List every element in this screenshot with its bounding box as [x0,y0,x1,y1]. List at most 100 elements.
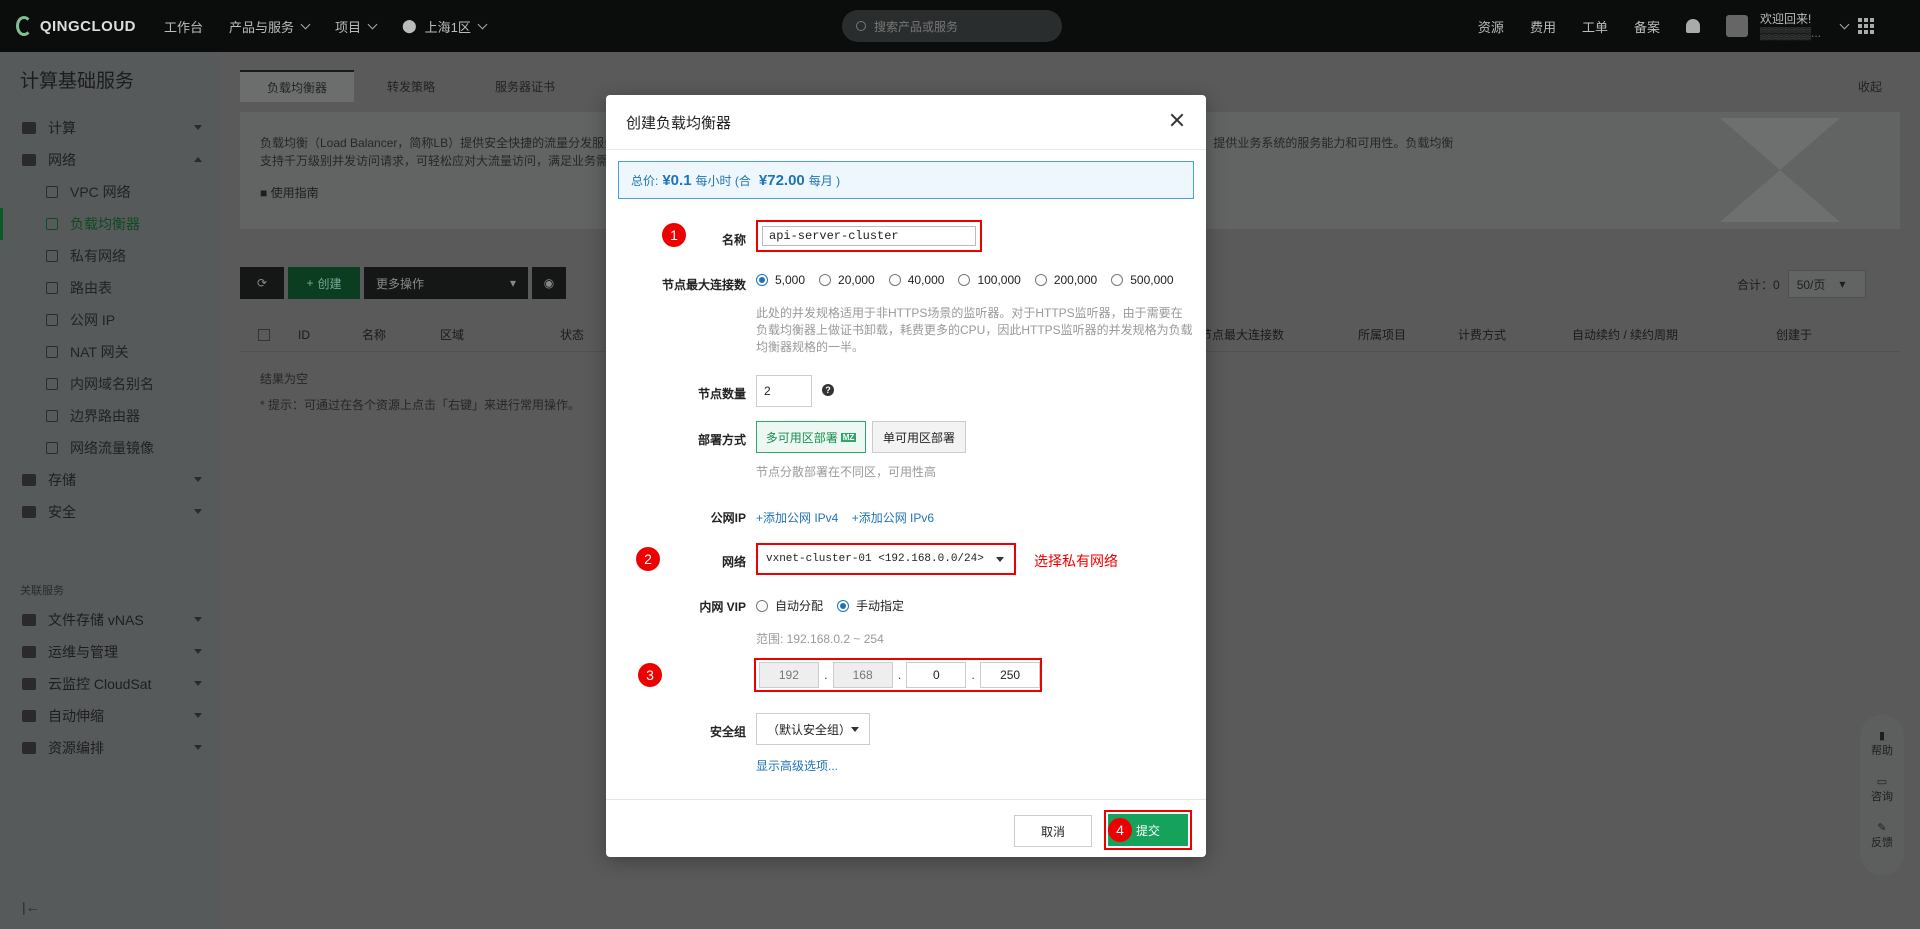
column-region[interactable]: 区域 [440,326,464,343]
deploy-multi-zone-button[interactable]: 多可用区部署 MZ [756,421,866,453]
select-all-checkbox[interactable] [258,328,270,341]
nav-region[interactable]: ⬤ 上海1区 [402,17,488,36]
sidebar-item-storage[interactable]: 存储 [0,464,220,496]
sidebar-item-vpc[interactable]: VPC 网络 [0,176,220,208]
vip-octet-1: 192 [759,662,819,688]
conn-option-500000[interactable]: 500,000 [1111,273,1174,287]
node-count-input[interactable]: 2 [756,375,812,407]
vip-auto-option[interactable]: 自动分配 [756,597,823,614]
tab-server-cert[interactable]: 服务器证书 [468,70,582,102]
tab-forwarding-policy[interactable]: 转发策略 [354,70,468,102]
nav-products[interactable]: 产品与服务 [229,17,311,36]
sidebar-item-nat[interactable]: NAT 网关 [0,336,220,368]
radio-selected[interactable] [756,274,768,286]
collapse-sidebar-icon[interactable]: |← [22,899,40,915]
sidebar-item-security[interactable]: 安全 [0,496,220,528]
advanced-options-link[interactable]: 显示高级选项... [756,757,838,774]
chevron-down-icon[interactable] [1839,19,1850,29]
vip-octet-3[interactable]: 0 [906,662,967,688]
compute-icon [22,122,36,134]
radio[interactable] [1034,274,1047,286]
link-icp[interactable]: 备案 [1634,17,1660,36]
vip-octet-4[interactable]: 250 [980,662,1040,688]
collapse-link[interactable]: 收起 [1840,70,1900,102]
caret-down-icon [194,477,202,482]
link-tickets[interactable]: 工单 [1582,17,1608,36]
conn-option-100000[interactable]: 100,000 [958,273,1021,287]
eye-icon: ◉ [543,276,555,290]
radio[interactable] [756,599,768,612]
column-billing[interactable]: 计费方式 [1458,326,1506,343]
sidebar-item-network[interactable]: 网络 [0,144,220,176]
column-name[interactable]: 名称 [362,326,386,343]
link-billing[interactable]: 费用 [1530,17,1556,36]
sidebar-item-cloudsat[interactable]: 云监控 CloudSat [0,668,220,700]
guide-link[interactable]: ■ 使用指南 [260,184,319,201]
welcome-text[interactable]: 欢迎回来! ▒▒▒▒▒▒... [1760,12,1821,40]
consult-button[interactable]: ▭ 咨询 [1860,775,1904,821]
more-actions-dropdown[interactable]: 更多操作 ▾ [364,267,528,299]
security-group-select[interactable]: （默认安全组） [756,713,870,745]
caret-down-icon [996,557,1004,562]
add-ipv6-link[interactable]: +添加公网 IPv6 [852,511,934,525]
radio[interactable] [888,274,901,286]
sidebar-item-orchestration[interactable]: 资源编排 [0,732,220,764]
conn-option-20000[interactable]: 20,000 [819,273,875,287]
create-button[interactable]: + 创建 [288,267,360,299]
sidebar-item-load-balancer[interactable]: 负载均衡器 [0,208,220,240]
deploy-single-zone-button[interactable]: 单可用区部署 [872,421,966,453]
sidebar-item-autoscaling[interactable]: 自动伸缩 [0,700,220,732]
conn-option-40000[interactable]: 40,000 [888,273,944,287]
sidebar-item-vnas[interactable]: 文件存储 vNAS [0,604,220,636]
column-project[interactable]: 所属项目 [1358,326,1406,343]
sidebar-item-traffic-mirror[interactable]: 网络流量镜像 [0,432,220,464]
close-icon[interactable] [1170,113,1184,127]
sidebar-item-border-router[interactable]: 边界路由器 [0,400,220,432]
sidebar-item-route-table[interactable]: 路由表 [0,272,220,304]
step-badge-4: 4 [1108,818,1132,842]
vip-manual-option[interactable]: 手动指定 [837,597,904,614]
name-input[interactable] [762,226,976,246]
nav-workbench[interactable]: 工作台 [164,17,203,36]
chevron-down-icon [477,19,488,29]
nav-project[interactable]: 项目 [335,17,378,36]
search-input[interactable]: 搜索产品或服务 [842,10,1062,42]
sidebar-item-vxnet[interactable]: 私有网络 [0,240,220,272]
help-question-icon[interactable]: ? [822,384,834,396]
top-right: 资源 费用 工单 备案 欢迎回来! ▒▒▒▒▒▒... [1478,0,1920,52]
hourly-price: ¥0.1 [662,171,692,189]
shield-icon [22,506,36,518]
radio-selected[interactable] [837,599,850,612]
column-id[interactable]: ID [298,328,310,342]
network-select[interactable]: vxnet-cluster-01 <192.168.0.0/24> [756,543,1016,575]
tab-load-balancer[interactable]: 负载均衡器 [240,70,354,102]
sidebar-item-eip[interactable]: 公网 IP [0,304,220,336]
logo[interactable]: QINGCLOUD [16,16,136,36]
refresh-button[interactable]: ⟳ [240,267,284,299]
bell-icon[interactable] [1685,19,1700,33]
conn-option-5000[interactable]: 5,000 [756,273,805,287]
avatar[interactable] [1725,15,1748,37]
radio[interactable] [958,274,971,286]
column-max-conn[interactable]: 节点最大连接数 [1200,326,1284,343]
radio[interactable] [1111,274,1124,286]
sidebar-item-ops[interactable]: 运维与管理 [0,636,220,668]
column-status[interactable]: 状态 [560,326,584,343]
radio[interactable] [819,274,832,286]
add-ipv4-link[interactable]: +添加公网 IPv4 [756,511,838,525]
sidebar-item-compute[interactable]: 计算 [0,112,220,144]
sidebar-item-dns-alias[interactable]: 内网域名别名 [0,368,220,400]
link-resources[interactable]: 资源 [1478,17,1504,36]
column-created[interactable]: 创建于 [1776,326,1812,343]
help-button[interactable]: ▮ 帮助 [1860,729,1904,775]
total-count: 合计：0 [1737,277,1780,292]
feedback-button[interactable]: ✎ 反馈 [1860,821,1904,867]
page-size-select[interactable]: 50/页 ▾ [1787,270,1866,298]
view-toggle-button[interactable]: ◉ [532,267,566,299]
border-router-icon [46,410,58,422]
apps-grid-icon[interactable] [1858,18,1874,34]
column-renew[interactable]: 自动续约 / 续约周期 [1572,326,1678,343]
cancel-button[interactable]: 取消 [1014,815,1092,847]
network-icon [22,154,36,166]
conn-option-200000[interactable]: 200,000 [1034,273,1097,287]
